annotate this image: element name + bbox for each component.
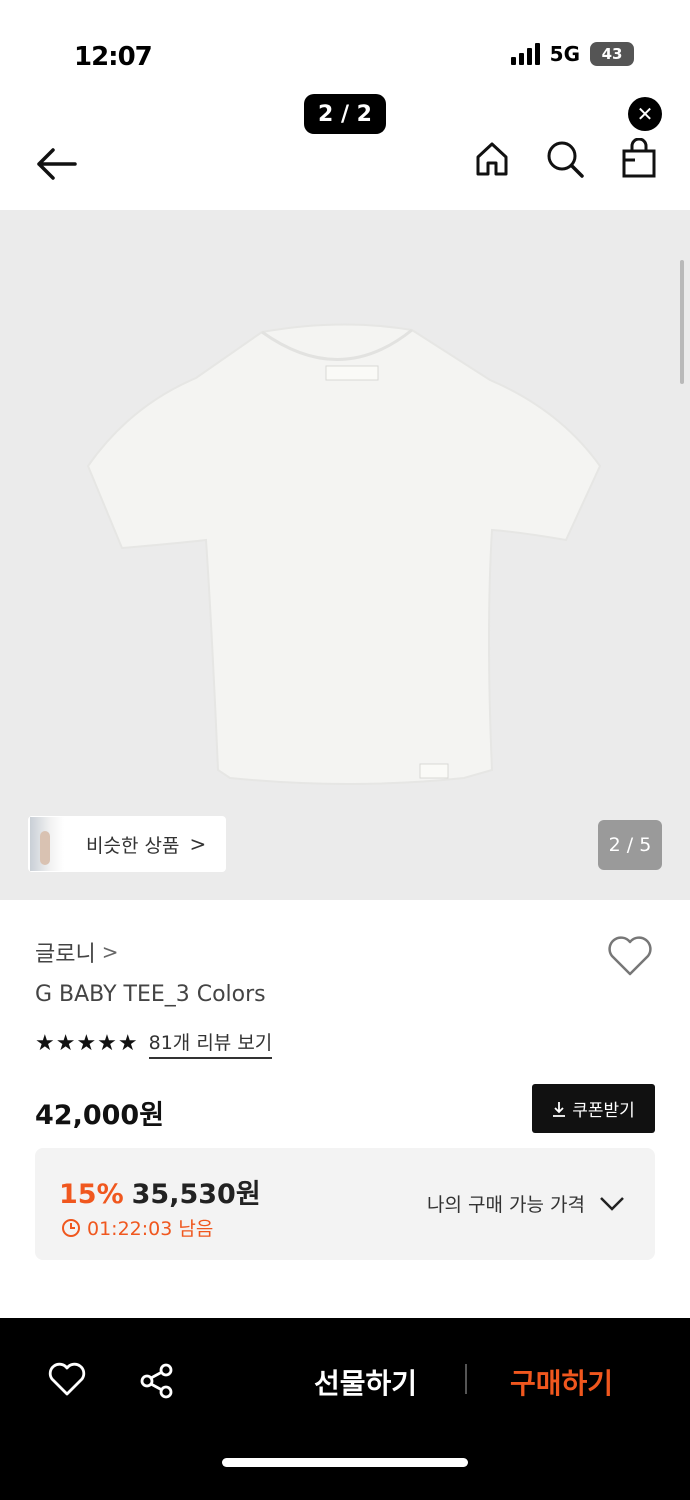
timer-line: 01:22:03 남음 <box>61 1214 213 1241</box>
product-name: G BABY TEE_3 Colors <box>35 982 266 1007</box>
chevron-right-icon: > <box>189 832 207 856</box>
discount-rate: 15% <box>59 1179 124 1210</box>
back-arrow-icon[interactable] <box>34 142 78 186</box>
viewer-page-indicator: 2 / 2 <box>304 94 386 134</box>
status-time: 12:07 <box>74 42 153 72</box>
my-price-label: 나의 구매 가능 가격 <box>427 1194 585 1216</box>
battery-icon: 43 <box>590 42 634 66</box>
image-counter: 2 / 5 <box>598 820 662 870</box>
home-indicator <box>222 1458 468 1467</box>
white-tshirt-image <box>86 323 602 785</box>
bottom-action-bar: 선물하기 구매하기 <box>0 1318 690 1500</box>
brand-link[interactable]: 글로니 > <box>35 936 119 968</box>
similar-label: 비슷한 상품 <box>86 834 180 857</box>
original-price: 42,000원 <box>35 1100 165 1131</box>
top-header <box>0 130 690 210</box>
brand-name: 글로니 <box>35 942 96 967</box>
chevron-down-icon <box>600 1196 624 1211</box>
similar-products-button[interactable]: 비슷한 상품 > <box>28 816 226 872</box>
similar-thumbnail <box>30 817 64 871</box>
download-icon <box>553 1101 566 1117</box>
chevron-right-icon: > <box>101 940 119 964</box>
discount-line: 15% 35,530원 <box>59 1172 261 1211</box>
wishlist-heart-icon[interactable] <box>606 934 654 982</box>
signal-icon <box>510 43 540 65</box>
heart-icon[interactable] <box>48 1362 86 1402</box>
coupon-button[interactable]: 쿠폰받기 <box>532 1084 655 1133</box>
rating-stars: ★★★★★ <box>35 1031 139 1056</box>
network-label: 5G <box>549 42 580 66</box>
status-indicators: 5G 43 <box>510 42 634 66</box>
timer-text: 01:22:03 남음 <box>87 1218 214 1240</box>
share-icon[interactable] <box>138 1362 176 1404</box>
product-image[interactable] <box>0 210 690 900</box>
discount-box: 15% 35,530원 01:22:03 남음 나의 구매 가능 가격 <box>35 1148 655 1260</box>
buy-button[interactable]: 구매하기 <box>510 1362 613 1402</box>
scroll-indicator[interactable] <box>680 260 684 384</box>
rating-row: ★★★★★ 81개 리뷰 보기 <box>35 1028 273 1059</box>
shopping-bag-icon[interactable] <box>618 136 660 180</box>
home-icon[interactable] <box>472 138 512 180</box>
close-icon[interactable]: ✕ <box>628 97 662 131</box>
gift-button[interactable]: 선물하기 <box>314 1362 417 1402</box>
battery-level: 43 <box>601 45 623 63</box>
search-icon[interactable] <box>544 138 586 180</box>
divider <box>465 1364 467 1394</box>
my-price-toggle[interactable]: 나의 구매 가능 가격 <box>427 1190 625 1217</box>
clock-icon <box>62 1218 80 1237</box>
review-link[interactable]: 81개 리뷰 보기 <box>148 1028 273 1059</box>
coupon-label: 쿠폰받기 <box>572 1101 635 1121</box>
discount-price: 35,530원 <box>131 1179 261 1210</box>
